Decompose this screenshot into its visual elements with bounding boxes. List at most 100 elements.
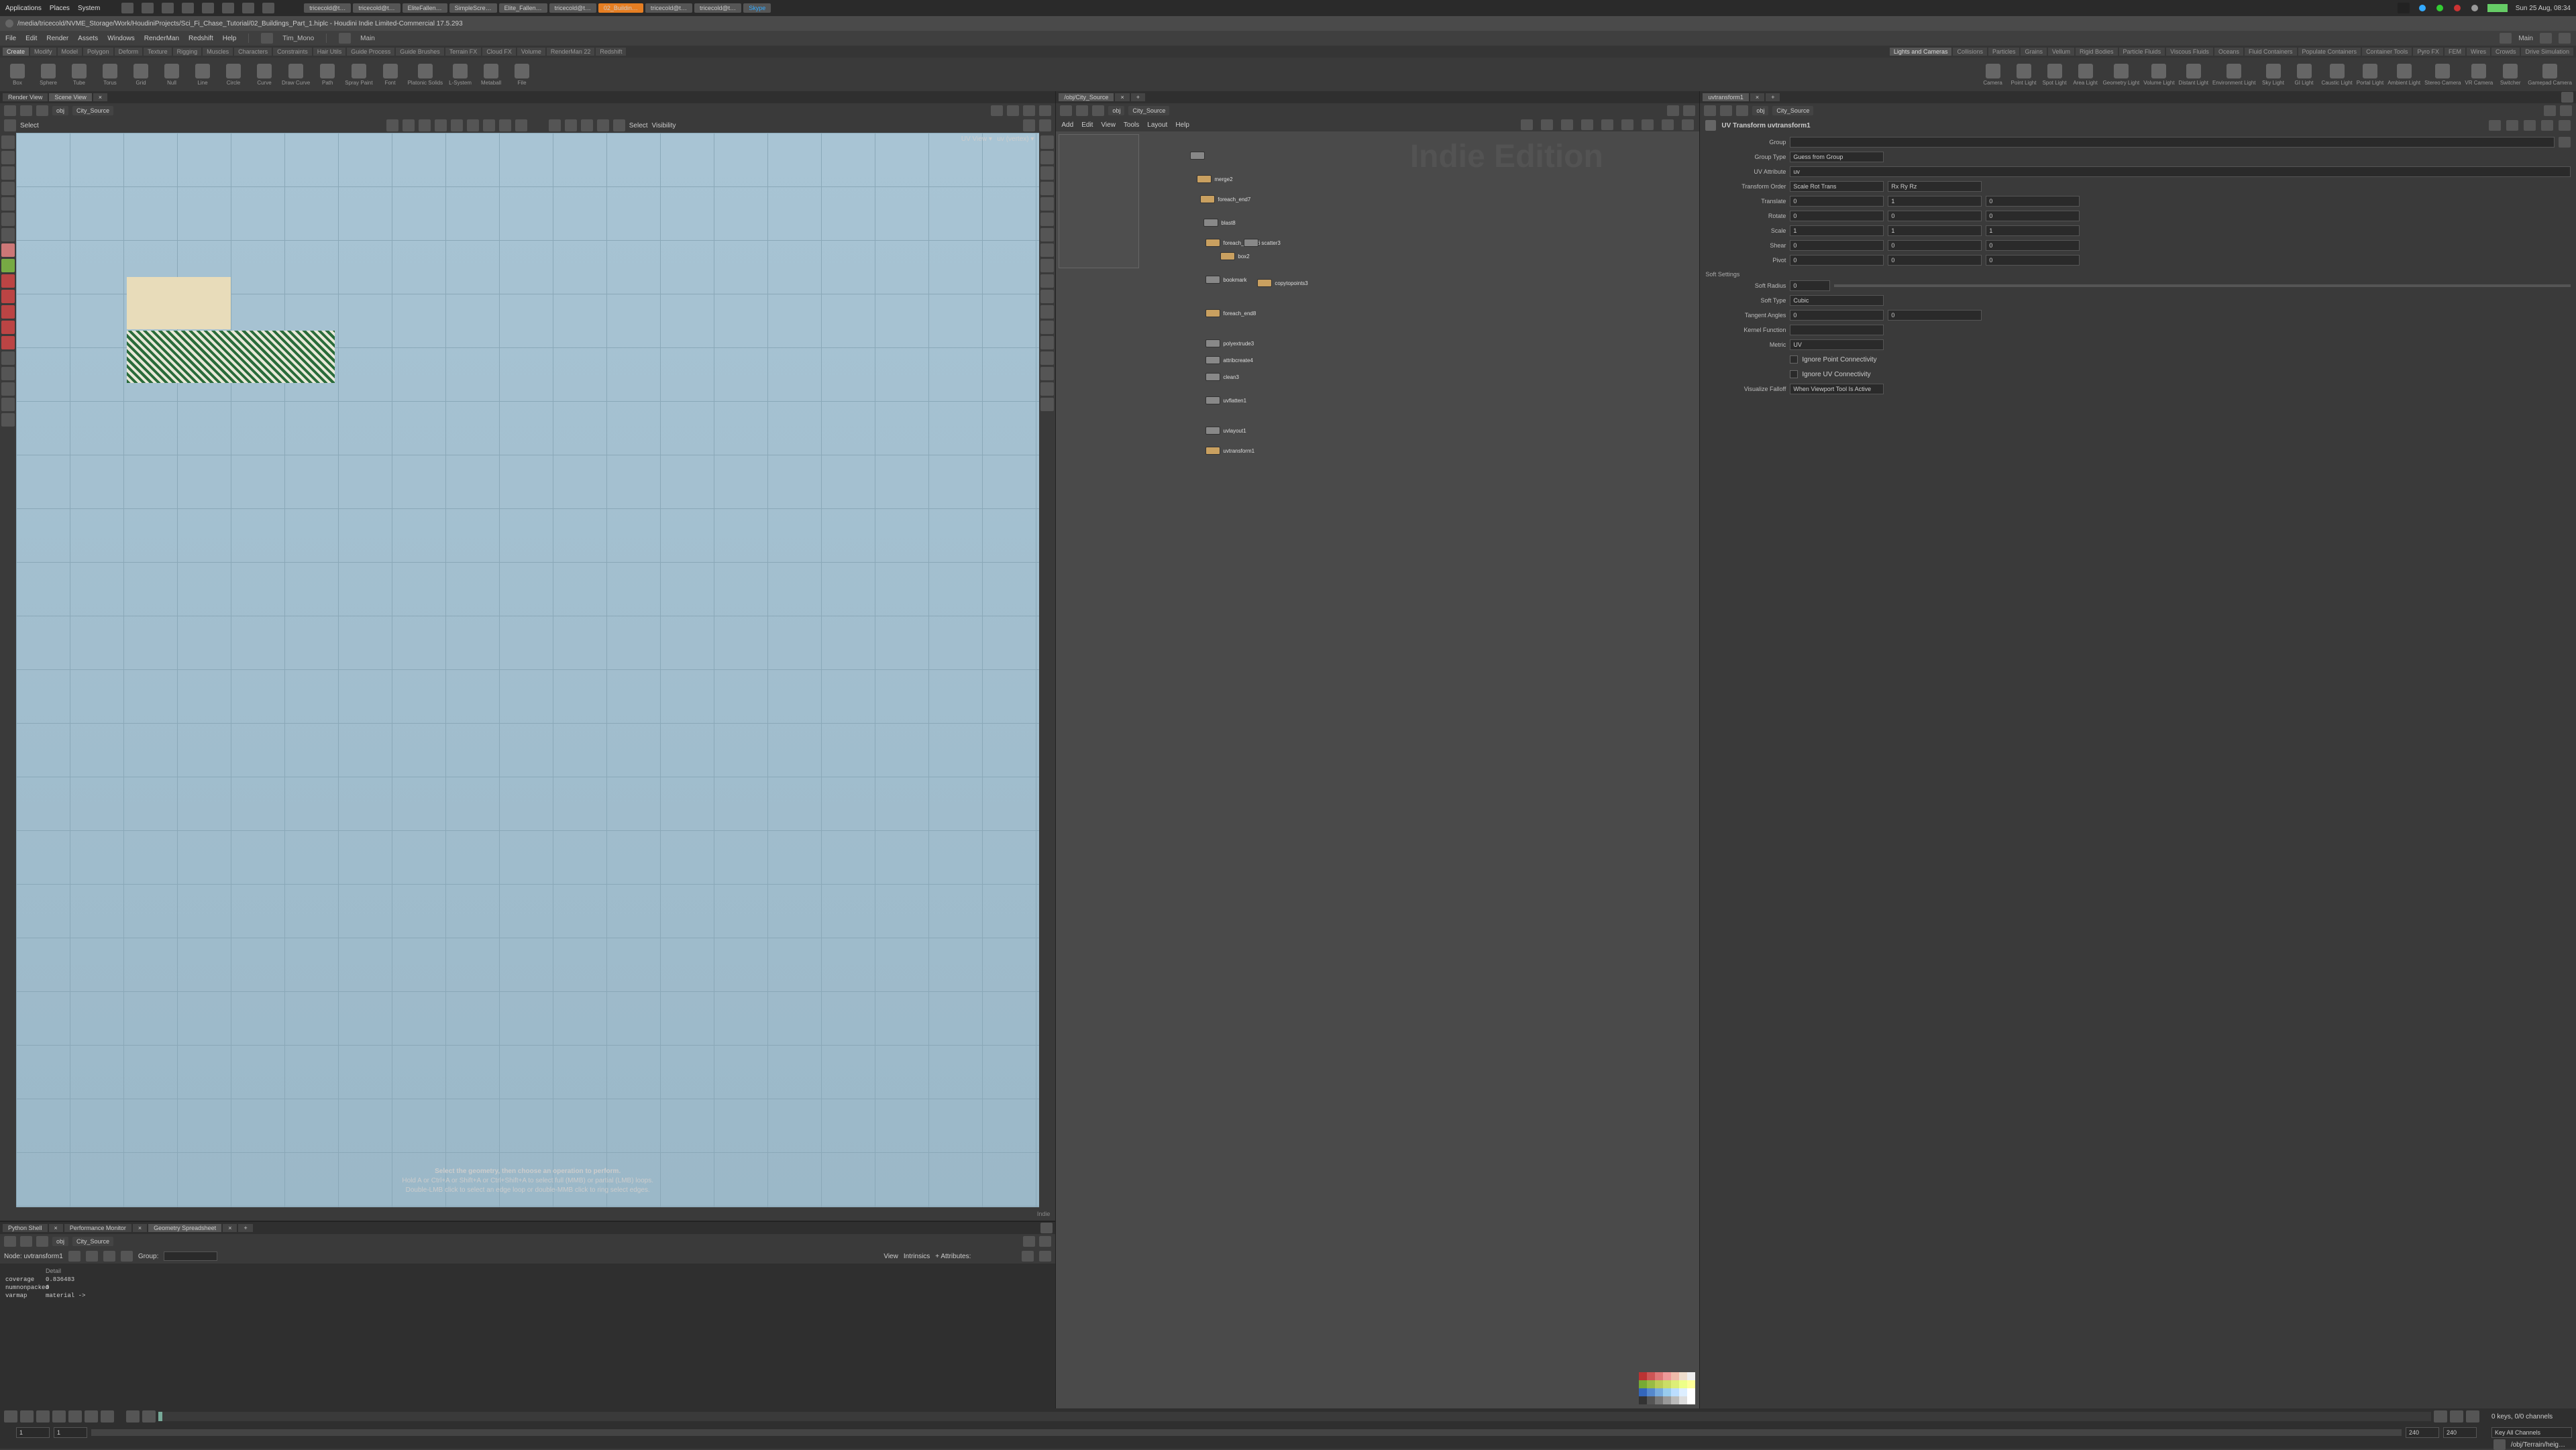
radial-dropdown[interactable]: Main [360, 35, 375, 42]
timeline-slider[interactable] [158, 1412, 2431, 1421]
vp-tool-icon[interactable] [1, 351, 15, 365]
back-icon[interactable] [1704, 105, 1716, 116]
shelf-tab[interactable]: Terrain FX [445, 48, 482, 56]
tray-icon[interactable] [182, 3, 194, 13]
taskbar-tab[interactable]: Elite_Fallen… [499, 3, 547, 13]
home-icon[interactable] [36, 1236, 48, 1247]
shelf-tool[interactable]: Platonic Solids [408, 64, 443, 86]
section-soft-settings[interactable]: Soft Settings [1705, 271, 2571, 278]
shelf-tab[interactable]: Deform [115, 48, 143, 56]
back-icon[interactable] [1060, 105, 1072, 116]
taskbar-tab[interactable]: tricecold@t… [549, 3, 596, 13]
tab-render-view[interactable]: Render View [3, 93, 48, 101]
parm-number[interactable]: 0 [1790, 196, 1884, 207]
path-context[interactable]: obj [1108, 106, 1124, 115]
parm-number[interactable]: 0 [1790, 310, 1884, 321]
palette-swatch[interactable] [1671, 1372, 1679, 1380]
select-dropdown[interactable]: Select [629, 122, 648, 129]
tab-add-icon[interactable]: + [1131, 93, 1145, 101]
shelf-tab[interactable]: Volume [517, 48, 545, 56]
sel-opt-icon[interactable] [565, 119, 577, 131]
shelf-tool[interactable]: Camera [1980, 64, 2006, 86]
selmode-icon[interactable] [435, 119, 447, 131]
selmode-icon[interactable] [402, 119, 415, 131]
take-dropdown[interactable]: Main [2518, 35, 2533, 42]
net-menu-view[interactable]: View [1101, 121, 1116, 129]
parm-number[interactable]: 1 [1888, 196, 1982, 207]
window-control[interactable] [5, 19, 13, 27]
uv-view-dropdown[interactable]: UV View ▾ [961, 135, 992, 143]
shelf-tab[interactable]: Modify [30, 48, 56, 56]
play-button[interactable] [52, 1410, 66, 1423]
next-key-button[interactable] [85, 1410, 98, 1423]
group-field[interactable] [164, 1251, 217, 1261]
tab-network[interactable]: /obj/City_Source [1059, 93, 1114, 101]
palette-swatch[interactable] [1655, 1372, 1663, 1380]
group-field[interactable] [1790, 137, 2555, 148]
disp-opt-icon[interactable] [1040, 135, 1054, 149]
menu-renderman[interactable]: RenderMan [144, 35, 179, 42]
palette-swatch[interactable] [1679, 1388, 1687, 1396]
shelf-tab[interactable]: Rigid Bodies [2076, 48, 2118, 56]
parm-opt-icon[interactable] [2506, 120, 2518, 131]
home-icon[interactable] [1092, 105, 1104, 116]
palette-swatch[interactable] [1687, 1380, 1695, 1388]
shelf-tool[interactable]: Box [4, 64, 31, 86]
menu-assets[interactable]: Assets [78, 35, 98, 42]
tab-close-icon[interactable]: × [93, 93, 107, 101]
net-menu-help[interactable]: Help [1175, 121, 1189, 129]
network-node[interactable]: scatter3 [1244, 239, 1280, 247]
shelf-tab[interactable]: Model [58, 48, 83, 56]
vp-tool-icon[interactable] [1, 228, 15, 241]
selmode-icon[interactable] [467, 119, 479, 131]
shelf-tool[interactable]: Distant Light [2179, 64, 2208, 86]
disp-opt-icon[interactable] [1040, 351, 1054, 365]
shelf-tab[interactable]: Polygon [83, 48, 113, 56]
max-icon[interactable] [1039, 105, 1051, 116]
shelf-tab[interactable]: Pyro FX [2413, 48, 2443, 56]
start-frame-field[interactable]: 1 [16, 1427, 50, 1438]
vp-tool-icon[interactable] [1, 398, 15, 411]
shelf-tool[interactable]: Sky Light [2260, 64, 2287, 86]
palette-swatch[interactable] [1663, 1380, 1671, 1388]
vp-tool-icon[interactable] [1, 274, 15, 288]
shelf-tool[interactable]: Grid [127, 64, 154, 86]
net-menu-edit[interactable]: Edit [1081, 121, 1093, 129]
selmode-icon[interactable] [483, 119, 495, 131]
palette-swatch[interactable] [1647, 1388, 1655, 1396]
shelf-tool[interactable]: Portal Light [2357, 64, 2383, 86]
tab-x[interactable]: × [133, 1224, 147, 1232]
node-icon[interactable] [1705, 120, 1716, 131]
forward-icon[interactable] [20, 105, 32, 116]
net-menu-layout[interactable]: Layout [1147, 121, 1167, 129]
net-opt-icon[interactable] [1662, 119, 1674, 130]
disp-opt-icon[interactable] [1040, 367, 1054, 380]
parm-opt-icon[interactable] [2489, 120, 2501, 131]
desktop-icon[interactable] [261, 33, 273, 44]
network-node[interactable]: polyextrude3 [1205, 339, 1254, 347]
shelf-tool[interactable]: Metaball [478, 64, 504, 86]
vp-tool-icon[interactable] [1, 259, 15, 272]
disp-opt-icon[interactable] [1040, 336, 1054, 349]
path-node[interactable]: City_Source [1772, 106, 1813, 115]
home-icon[interactable] [36, 105, 48, 116]
network-node[interactable]: box2 [1220, 252, 1249, 260]
forward-icon[interactable] [1720, 105, 1732, 116]
tl-opt-icon[interactable] [2450, 1410, 2463, 1423]
shelf-tab[interactable]: Grains [2021, 48, 2047, 56]
shelf-tab[interactable]: Drive Simulation [2521, 48, 2573, 56]
tab-x[interactable]: × [223, 1224, 237, 1232]
net-opt-icon[interactable] [1581, 119, 1593, 130]
parm-number[interactable]: 0 [1986, 240, 2080, 251]
tab-x[interactable]: × [1115, 93, 1129, 101]
pin-icon[interactable] [1667, 105, 1679, 116]
vp-tool-icon[interactable] [1, 367, 15, 380]
taskbar-tab[interactable]: tricecold@t… [304, 3, 351, 13]
shelf-tool[interactable]: Line [189, 64, 216, 86]
parm-number[interactable]: 0 [1888, 255, 1982, 266]
shelf-tab[interactable]: Muscles [203, 48, 233, 56]
taskbar-tab[interactable]: Skype [743, 3, 771, 13]
tab-geo-spreadsheet[interactable]: Geometry Spreadsheet [148, 1224, 221, 1232]
radial-icon[interactable] [339, 33, 351, 44]
menu-redshift[interactable]: Redshift [189, 35, 213, 42]
